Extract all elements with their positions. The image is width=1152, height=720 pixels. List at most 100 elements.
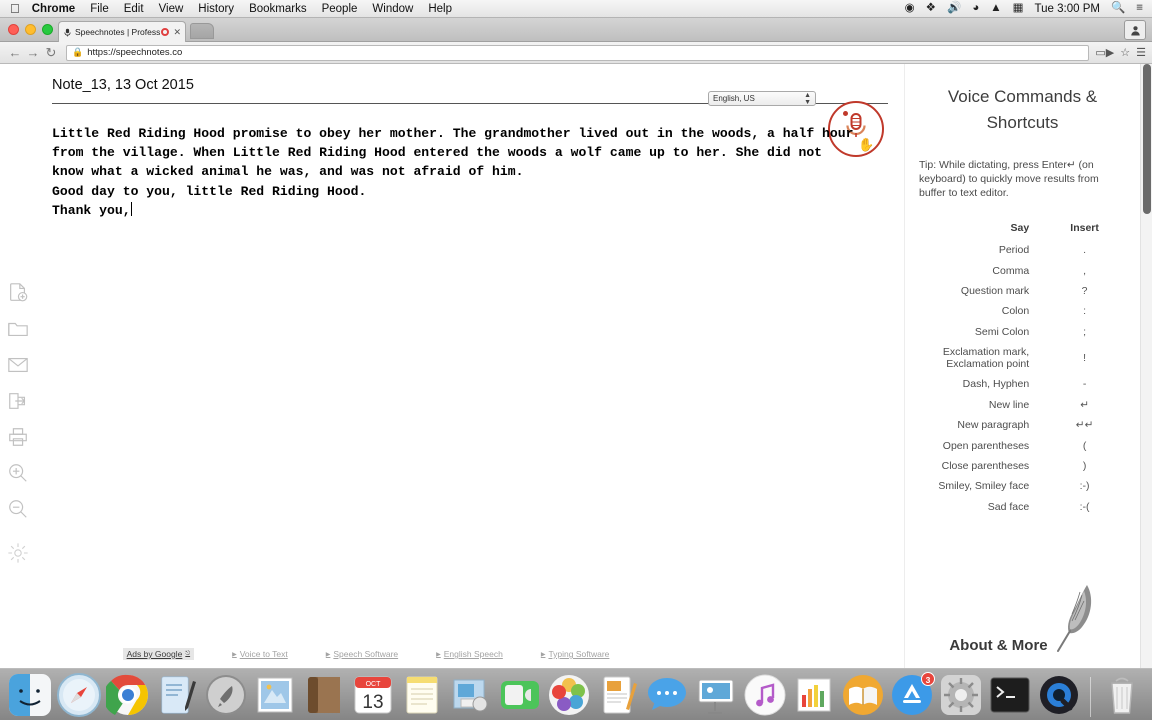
open-folder-icon[interactable] — [7, 318, 29, 340]
finder-icon[interactable] — [8, 673, 52, 717]
back-arrow-icon[interactable]: ← — [6, 46, 24, 59]
menu-item-chrome[interactable]: Chrome — [32, 3, 75, 15]
command-say: Dash, Hyphen — [962, 378, 1030, 391]
photo-booth-icon[interactable] — [449, 673, 493, 717]
profile-icon[interactable] — [1124, 20, 1146, 40]
menu-item-window[interactable]: Window — [372, 3, 413, 15]
calendar-icon[interactable]: OCT 13 — [351, 673, 395, 717]
volume-icon[interactable]: 🔊 — [947, 2, 961, 15]
messages-icon[interactable] — [645, 673, 689, 717]
note-text[interactable]: Little Red Riding Hood promise to obey h… — [52, 124, 884, 220]
app-store-icon[interactable]: 3 — [890, 672, 935, 717]
ad-link-label: Typing Software — [548, 649, 610, 659]
menu-item-help[interactable]: Help — [428, 3, 452, 15]
wifi-icon[interactable]: ◕ — [972, 2, 979, 15]
email-icon[interactable] — [7, 354, 29, 376]
terminal-icon[interactable] — [988, 673, 1032, 717]
reload-icon[interactable]: ↻ — [42, 46, 60, 59]
command-insert: ? — [1081, 284, 1088, 297]
new-note-icon[interactable] — [7, 282, 29, 304]
svg-text:OCT: OCT — [366, 681, 382, 688]
new-tab-icon[interactable] — [190, 23, 214, 39]
notes-icon[interactable] — [400, 673, 444, 717]
chrome-icon[interactable] — [103, 673, 150, 717]
ad-link-voice-to-text[interactable]: ▶ Voice to Text — [232, 649, 288, 659]
itunes-icon[interactable] — [743, 673, 787, 717]
star-icon[interactable]: ☆ — [1120, 46, 1130, 59]
dropbox-icon[interactable]: ❖ — [926, 2, 936, 15]
command-insert: ) — [1082, 459, 1087, 472]
command-insert: ↵ — [1080, 398, 1089, 411]
forward-arrow-icon[interactable]: → — [24, 46, 42, 59]
text-editor-icon[interactable] — [155, 673, 199, 717]
zoom-in-icon[interactable] — [7, 462, 29, 484]
command-insert: : — [1083, 305, 1087, 318]
keynote-icon[interactable] — [694, 673, 738, 717]
close-window-button[interactable] — [8, 24, 19, 35]
apple-icon[interactable]:  — [10, 2, 20, 15]
settings-gear-icon[interactable] — [7, 542, 29, 564]
play-arrow-icon: ▶ — [436, 651, 441, 658]
tab-speechnotes[interactable]: Speechnotes | Professi ✕ — [58, 21, 186, 42]
zoom-out-icon[interactable] — [7, 498, 29, 520]
voice-commands-sidebar: Voice Commands & Shortcuts Tip: While di… — [904, 64, 1140, 668]
command-say: Sad face — [987, 500, 1030, 513]
command-say: New paragraph — [957, 419, 1030, 432]
note-line-4: Good day to you, little Red Riding Hood. — [52, 183, 367, 199]
address-bar[interactable]: 🔒 https://speechnotes.co — [66, 44, 1090, 61]
ibooks-icon[interactable] — [841, 673, 885, 717]
chrome-window: Speechnotes | Professi ✕ ← → ↻ 🔒 https:/… — [0, 18, 1152, 668]
text-caret — [130, 201, 132, 216]
print-icon[interactable] — [7, 426, 29, 448]
display-icon[interactable]: ▦ — [1013, 2, 1024, 15]
note-editor: Note_13, 13 Oct 2015 English, US ▲ ▼ ✋ L… — [38, 64, 904, 668]
quicktime-icon[interactable] — [1037, 673, 1081, 717]
page-scrollbar[interactable] — [1140, 64, 1152, 668]
language-value: English, US — [713, 94, 755, 103]
ad-link-label: English Speech — [443, 649, 503, 659]
hamburger-menu-icon[interactable]: ☰ — [1136, 46, 1146, 59]
numbers-icon[interactable] — [792, 673, 836, 717]
notification-center-icon[interactable]: ≡ — [1136, 2, 1143, 15]
mail-icon[interactable] — [253, 673, 297, 717]
url-text: https://speechnotes.co — [87, 47, 183, 58]
minimize-window-button[interactable] — [25, 24, 36, 35]
microphone-favicon — [63, 28, 72, 37]
menu-item-people[interactable]: People — [322, 3, 358, 15]
ad-link-english-speech[interactable]: ▶ English Speech — [436, 649, 503, 659]
menu-item-file[interactable]: File — [90, 3, 109, 15]
export-icon[interactable] — [7, 390, 29, 412]
menu-item-bookmarks[interactable]: Bookmarks — [249, 3, 307, 15]
command-insert: ; — [1083, 325, 1087, 338]
ad-link-typing-software[interactable]: ▶ Typing Software — [541, 649, 610, 659]
menu-item-edit[interactable]: Edit — [124, 3, 144, 15]
system-preferences-icon[interactable] — [939, 673, 983, 717]
tool-rail — [0, 64, 38, 668]
search-icon[interactable]: 🔍 — [1111, 2, 1125, 15]
command-insert: :-( — [1079, 500, 1090, 513]
ads-by-google-label[interactable]: Ads by Google ⎋ — [122, 648, 195, 660]
launchpad-icon[interactable] — [204, 673, 248, 717]
cast-icon[interactable]: ▭▶ — [1095, 46, 1114, 59]
command-say: Semi Colon — [974, 325, 1030, 338]
record-icon[interactable]: ◉ — [905, 2, 915, 15]
photos-icon[interactable] — [547, 673, 591, 717]
trash-icon[interactable] — [1100, 673, 1144, 717]
about-and-more[interactable]: About & More — [919, 581, 1126, 658]
ads-bar: Ads by Google ⎋ ▶ Voice to Text ▶ Speech S… — [76, 648, 656, 660]
contacts-icon[interactable] — [302, 673, 346, 717]
eject-icon[interactable]: ▲ — [990, 2, 1001, 15]
safari-icon[interactable] — [57, 673, 101, 717]
menu-item-history[interactable]: History — [198, 3, 234, 15]
language-select[interactable]: English, US ▲ ▼ — [708, 91, 816, 106]
menu-item-view[interactable]: View — [159, 3, 184, 15]
ad-link-speech-software[interactable]: ▶ Speech Software — [326, 649, 398, 659]
facetime-icon[interactable] — [498, 673, 542, 717]
dock-divider — [1090, 677, 1091, 717]
maximize-window-button[interactable] — [42, 24, 53, 35]
close-icon[interactable]: ✕ — [173, 27, 181, 38]
menu-clock[interactable]: Tue 3:00 PM — [1035, 3, 1100, 15]
pages-icon[interactable] — [596, 673, 640, 717]
feather-quill-icon — [1054, 581, 1096, 658]
page-scrollbar-thumb[interactable] — [1143, 64, 1151, 214]
